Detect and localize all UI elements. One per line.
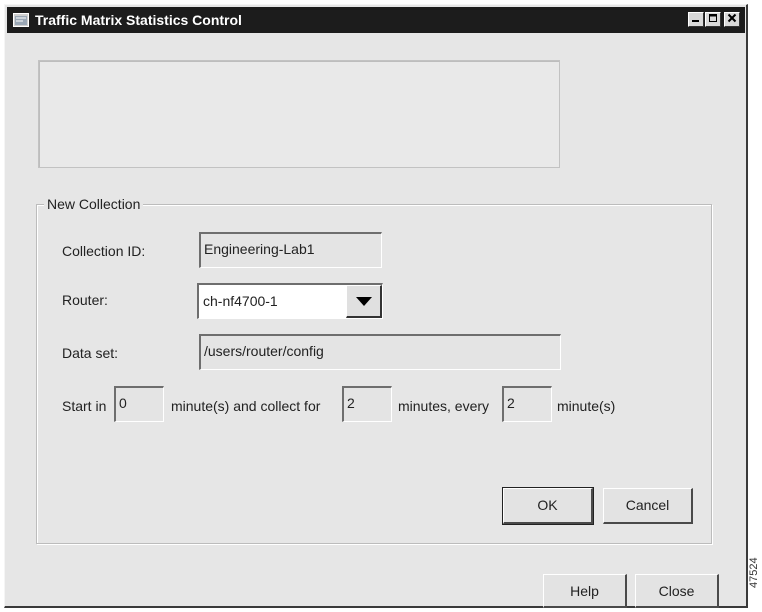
router-dropdown-button[interactable] xyxy=(346,285,382,318)
title-bar[interactable]: Traffic Matrix Statistics Control xyxy=(7,7,745,33)
router-select[interactable]: ch-nf4700-1 xyxy=(197,283,383,319)
group-legend: New Collection xyxy=(44,196,144,212)
close-icon xyxy=(727,13,737,26)
collection-id-field[interactable]: Engineering-Lab1 xyxy=(199,232,382,268)
status-display-area xyxy=(38,60,560,168)
cancel-button[interactable]: Cancel xyxy=(603,488,693,524)
collect-for-label: minute(s) and collect for xyxy=(171,398,321,414)
start-in-field[interactable]: 0 xyxy=(114,386,164,422)
window-title: Traffic Matrix Statistics Control xyxy=(35,12,242,28)
close-window-button[interactable] xyxy=(724,12,740,27)
maximize-button[interactable] xyxy=(705,12,721,27)
ok-button[interactable]: OK xyxy=(502,487,594,525)
close-button[interactable]: Close xyxy=(635,574,719,608)
collection-id-label: Collection ID: xyxy=(62,243,146,259)
router-label: Router: xyxy=(62,292,108,308)
figure-id-label: 47524 xyxy=(748,557,760,588)
maximize-icon xyxy=(708,14,718,26)
start-in-label: Start in xyxy=(62,398,107,414)
every-field[interactable]: 2 xyxy=(502,386,552,422)
app-window-icon xyxy=(13,12,29,28)
collect-for-field[interactable]: 2 xyxy=(342,386,392,422)
minimize-button[interactable] xyxy=(688,12,704,27)
minimize-icon xyxy=(691,14,701,26)
help-button[interactable]: Help xyxy=(543,574,627,608)
data-set-field[interactable]: /users/router/config xyxy=(199,334,561,370)
router-select-value: ch-nf4700-1 xyxy=(203,293,278,309)
every-unit-label: minute(s) xyxy=(557,398,616,414)
every-label: minutes, every xyxy=(398,398,490,414)
data-set-label: Data set: xyxy=(62,345,119,361)
